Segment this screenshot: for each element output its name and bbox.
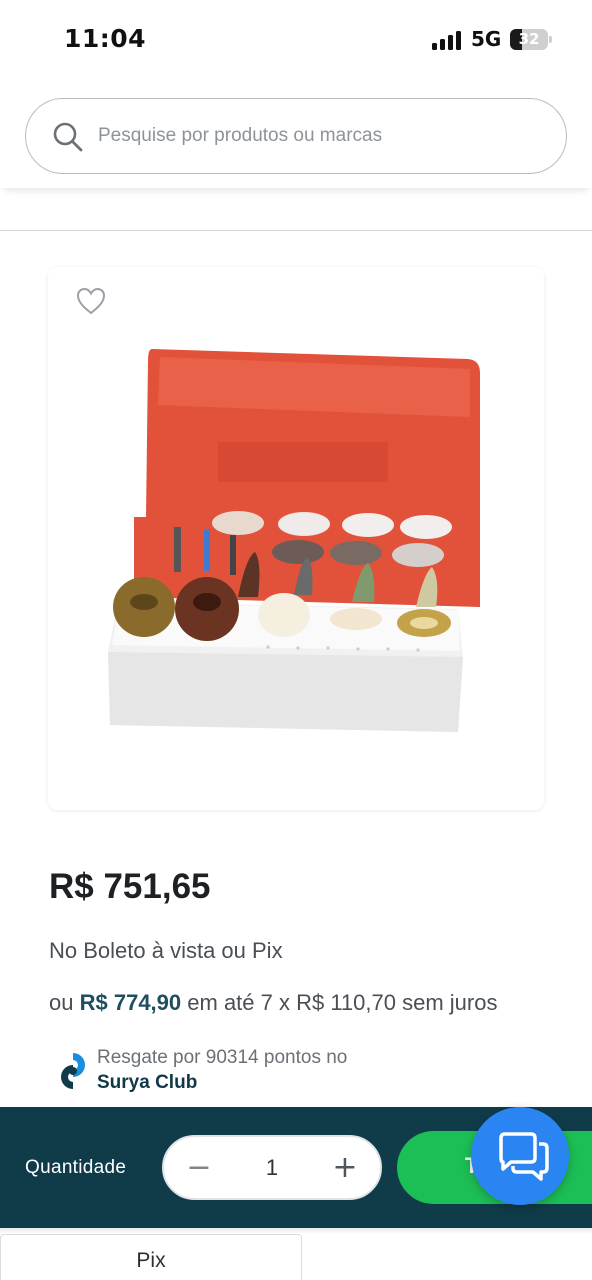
search-bar[interactable] [25, 98, 567, 174]
chat-button[interactable] [471, 1107, 569, 1205]
heart-outline-icon[interactable] [76, 287, 106, 315]
points-info: Resgate por 90314 pontos no Surya Club [60, 1046, 460, 1098]
section-divider [0, 230, 592, 231]
status-bar: 11:04 5G 32 [0, 0, 592, 78]
installments-prefix: ou [49, 990, 74, 1015]
installments-info: ou R$ 774,90 em até 7 x R$ 110,70 sem ju… [49, 990, 497, 1016]
signal-icon [432, 30, 464, 50]
decrease-quantity-button[interactable]: − [168, 1137, 230, 1198]
points-text: Resgate por 90314 pontos no [97, 1047, 348, 1068]
status-time: 11:04 [64, 24, 147, 53]
installments-total: R$ 774,90 [79, 990, 182, 1015]
chat-bubbles-icon [499, 1132, 549, 1181]
points-club-name: Surya Club [97, 1072, 198, 1093]
tab-pix[interactable]: Pix [0, 1234, 302, 1280]
payment-tabs: Pix [0, 1228, 592, 1280]
surya-club-logo-icon [61, 1053, 85, 1089]
search-input[interactable] [98, 99, 538, 173]
increase-quantity-button[interactable]: + [314, 1137, 376, 1198]
network-label: 5G [471, 27, 502, 51]
quantity-stepper: − 1 + [162, 1135, 382, 1200]
quantity-label: Quantidade [25, 1157, 127, 1178]
search-icon[interactable] [52, 121, 84, 153]
payment-note: No Boleto à vista ou Pix [49, 938, 283, 963]
installments-suffix: em até 7 x R$ 110,70 sem juros [187, 990, 498, 1015]
battery-percent: 32 [518, 30, 540, 48]
quantity-value[interactable]: 1 [226, 1137, 318, 1198]
product-price: R$ 751,65 [49, 867, 211, 906]
tab-pix-label: Pix [136, 1249, 166, 1272]
product-image-card[interactable] [48, 267, 544, 810]
search-header [0, 78, 592, 188]
product-photo [108, 349, 480, 732]
battery-nub [549, 36, 552, 43]
battery-icon: 32 [510, 29, 548, 50]
